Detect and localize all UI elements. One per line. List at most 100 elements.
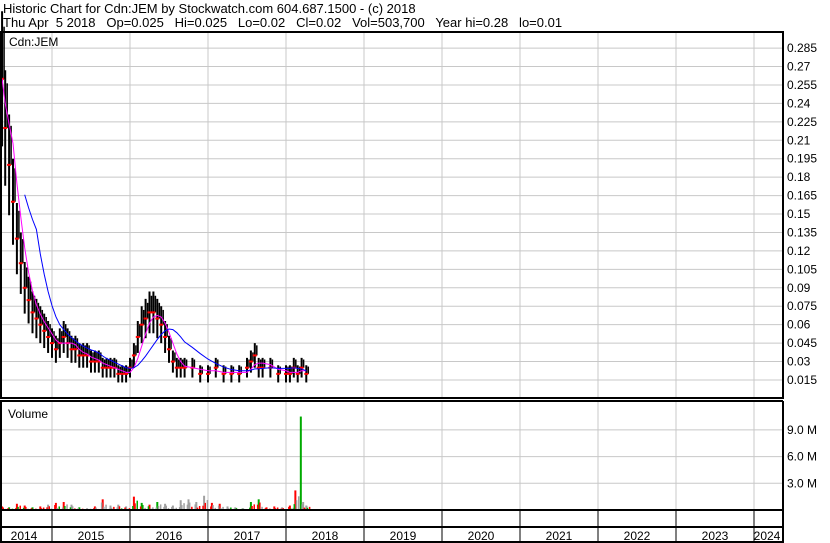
close-tick bbox=[3, 126, 8, 129]
close-tick bbox=[170, 360, 175, 363]
volume-bar bbox=[136, 500, 138, 510]
close-tick bbox=[295, 372, 300, 375]
close-tick bbox=[100, 366, 105, 369]
y-tick-label: 0.255 bbox=[787, 78, 817, 92]
close-tick bbox=[167, 348, 171, 351]
close-tick bbox=[284, 372, 288, 375]
y-tick-label: 0.03 bbox=[787, 355, 811, 369]
close-tick bbox=[61, 335, 66, 338]
close-tick bbox=[69, 348, 74, 351]
y-tick-label: 0.045 bbox=[787, 336, 817, 350]
close-tick bbox=[147, 311, 152, 314]
close-tick bbox=[206, 372, 210, 375]
y-tick-label: 0.195 bbox=[787, 152, 817, 166]
close-tick bbox=[92, 360, 97, 363]
close-tick bbox=[182, 366, 187, 369]
x-tick-label: 2024 bbox=[754, 529, 781, 543]
volume-bar bbox=[297, 496, 300, 510]
y-tick-label: 0.12 bbox=[787, 244, 811, 258]
close-tick bbox=[237, 372, 242, 375]
close-tick bbox=[22, 286, 27, 289]
volume-bar bbox=[100, 502, 103, 510]
close-tick bbox=[53, 348, 58, 351]
close-tick bbox=[248, 360, 253, 363]
y-tick-label: 0.15 bbox=[787, 207, 811, 221]
volume-panel-title: Volume bbox=[8, 407, 48, 421]
close-tick bbox=[131, 354, 136, 357]
close-tick bbox=[163, 335, 168, 338]
close-tick bbox=[276, 372, 281, 375]
volume-tick-label: 9.0 M bbox=[787, 423, 817, 437]
close-tick bbox=[151, 311, 156, 314]
y-tick-label: 0.21 bbox=[787, 133, 811, 147]
close-tick bbox=[198, 372, 203, 375]
close-tick bbox=[143, 317, 148, 320]
close-tick bbox=[34, 317, 39, 320]
close-tick bbox=[213, 366, 218, 369]
stock-chart: Cdn:JEM Volume 2014 2015 2016 2017 2018 2019 2… bbox=[0, 11, 817, 543]
close-tick bbox=[38, 323, 43, 326]
x-tick-label: 2015 bbox=[78, 529, 105, 543]
close-tick bbox=[155, 317, 160, 320]
y-tick-label: 0.18 bbox=[787, 170, 811, 184]
y-tick-label: 0.075 bbox=[787, 299, 817, 313]
close-tick bbox=[89, 360, 93, 363]
x-tick-label: 2023 bbox=[702, 529, 729, 543]
y-tick-label: 0.06 bbox=[787, 318, 811, 332]
close-tick bbox=[178, 366, 183, 369]
close-tick bbox=[30, 311, 35, 314]
volume-bar bbox=[206, 500, 209, 510]
close-tick bbox=[104, 366, 109, 369]
y-tick-label: 0.225 bbox=[787, 115, 817, 129]
volume-tick-label: 6.0 M bbox=[787, 450, 817, 464]
volume-bar bbox=[299, 416, 302, 510]
close-tick bbox=[11, 200, 15, 203]
close-tick bbox=[18, 262, 23, 265]
close-tick bbox=[135, 335, 140, 338]
volume-bar bbox=[204, 502, 206, 510]
y-tick-label: 0.09 bbox=[787, 281, 811, 295]
y-tick-label: 0.135 bbox=[787, 225, 817, 239]
x-tick-label: 2017 bbox=[234, 529, 261, 543]
x-tick-label: 2016 bbox=[156, 529, 183, 543]
close-tick bbox=[14, 237, 19, 240]
close-tick bbox=[221, 372, 226, 375]
volume-bar bbox=[295, 500, 298, 510]
close-tick bbox=[7, 163, 12, 166]
close-tick bbox=[139, 323, 144, 326]
y-tick-label: 0.105 bbox=[787, 262, 817, 276]
close-tick bbox=[81, 354, 86, 357]
y-tick-label: 0.24 bbox=[787, 96, 811, 110]
volume-tick-label: 3.0 M bbox=[787, 476, 817, 490]
x-tick-label: 2021 bbox=[546, 529, 573, 543]
x-tick-label: 2014 bbox=[11, 529, 38, 543]
x-tick-label: 2020 bbox=[468, 529, 495, 543]
volume-bar bbox=[188, 502, 191, 510]
close-tick bbox=[287, 372, 292, 375]
close-tick bbox=[120, 372, 125, 375]
x-tick-label: 2019 bbox=[390, 529, 417, 543]
y-tick-label: 0.015 bbox=[787, 373, 817, 387]
x-tick-label: 2022 bbox=[624, 529, 651, 543]
close-tick bbox=[50, 342, 54, 345]
price-panel-title: Cdn:JEM bbox=[9, 35, 58, 49]
volume-bar bbox=[183, 503, 185, 510]
close-tick bbox=[159, 323, 164, 326]
x-tick-label: 2018 bbox=[312, 529, 339, 543]
close-tick bbox=[229, 372, 234, 375]
y-tick-label: 0.285 bbox=[787, 41, 817, 55]
close-tick bbox=[73, 348, 78, 351]
volume-bar bbox=[134, 503, 136, 510]
close-tick bbox=[124, 372, 129, 375]
y-tick-label: 0.165 bbox=[787, 189, 817, 203]
close-tick bbox=[245, 366, 249, 369]
close-tick bbox=[252, 354, 257, 357]
y-tick-label: 0.27 bbox=[787, 60, 811, 74]
close-tick bbox=[174, 366, 179, 369]
close-tick bbox=[77, 354, 82, 357]
volume-bar bbox=[259, 502, 261, 510]
close-tick bbox=[304, 372, 309, 375]
close-tick bbox=[116, 372, 121, 375]
close-tick bbox=[26, 299, 31, 302]
close-tick bbox=[46, 335, 51, 338]
